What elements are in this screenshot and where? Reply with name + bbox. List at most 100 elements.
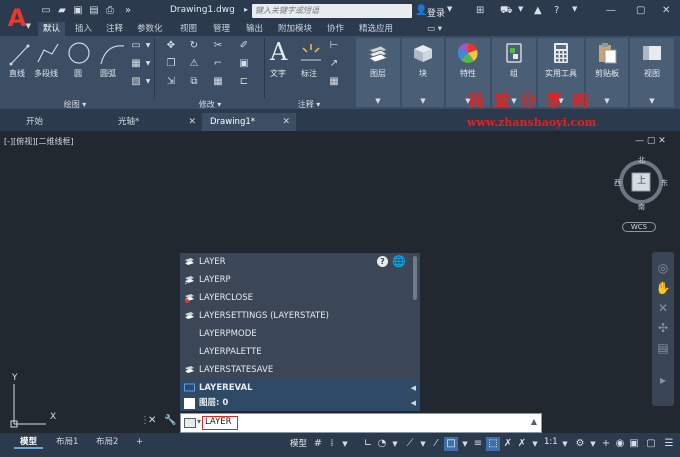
ribbon-options-icon[interactable]: ▭ ▾ bbox=[422, 22, 447, 36]
viewport-controls-label[interactable]: [-][俯视][二维线框] bbox=[4, 136, 74, 147]
arc-tool-label[interactable]: 圆弧 bbox=[100, 68, 116, 79]
steering-wheel-icon[interactable]: ◎ bbox=[655, 260, 671, 276]
application-menu-button[interactable]: A ▼ bbox=[0, 0, 34, 36]
tab-output[interactable]: 输出 bbox=[241, 22, 268, 36]
scale-icon[interactable]: ⧉ bbox=[188, 76, 200, 88]
dimension-tool-label[interactable]: 标注 bbox=[301, 68, 317, 79]
chevron-down-icon[interactable]: ▼ bbox=[142, 40, 154, 52]
close-command-line-icon[interactable]: ✕ bbox=[148, 415, 156, 426]
expand-arrow-icon[interactable]: ◀ bbox=[411, 379, 416, 397]
chevron-down-icon[interactable]: ▼ bbox=[560, 437, 570, 451]
erase-icon[interactable]: ✐ bbox=[238, 40, 250, 52]
annotation-visibility-icon[interactable]: ✗ bbox=[502, 437, 514, 451]
hatch-icon[interactable]: ▦ bbox=[130, 58, 142, 70]
chevron-down-icon[interactable]: ▼ bbox=[460, 437, 470, 451]
viewcube-south[interactable]: 南 bbox=[638, 202, 645, 212]
new-file-icon[interactable]: ▭ bbox=[40, 5, 52, 16]
text-tool-label[interactable]: 文字 bbox=[270, 68, 286, 79]
move-icon[interactable]: ✥ bbox=[165, 40, 177, 52]
help-icon[interactable]: ? bbox=[377, 256, 388, 267]
tab-addins[interactable]: 附加模块 bbox=[273, 22, 317, 36]
object-snap-icon[interactable]: □ bbox=[444, 437, 458, 451]
viewcube-east[interactable]: 东 bbox=[661, 178, 668, 188]
orbit-icon[interactable]: ✣ bbox=[655, 320, 671, 336]
autocomplete-scrollbar[interactable] bbox=[413, 256, 417, 300]
offset-icon[interactable]: ⊏ bbox=[238, 76, 250, 88]
ac-layer-current[interactable]: 图层: 0 ◀ bbox=[180, 396, 420, 411]
customization-menu-icon[interactable]: ☰ bbox=[662, 437, 676, 451]
search-internet-icon[interactable]: 🌐 bbox=[392, 255, 406, 268]
zoom-extents-icon[interactable]: ✕ bbox=[655, 300, 671, 316]
fillet-icon[interactable]: ⌐ bbox=[212, 58, 224, 70]
chevron-down-icon[interactable]: ▼ bbox=[572, 5, 577, 13]
rectangle-icon[interactable]: ▭ bbox=[130, 40, 142, 52]
close-icon[interactable]: ✕ bbox=[662, 5, 670, 16]
table-icon[interactable]: ▦ bbox=[328, 76, 340, 88]
grid-icon[interactable]: # bbox=[312, 437, 324, 451]
chevron-down-icon[interactable]: ▼ bbox=[142, 58, 154, 70]
chevron-down-icon[interactable]: ▼ bbox=[588, 437, 598, 451]
drawing-tab-optical-axis[interactable]: 光轴* ✕ bbox=[110, 113, 202, 131]
layout-tab-layout1[interactable]: 布局1 bbox=[50, 435, 84, 449]
expand-arrow-icon[interactable]: ◀ bbox=[411, 396, 416, 411]
mirror-icon[interactable]: ⚠ bbox=[188, 58, 200, 70]
ac-item-layerpmode[interactable]: LAYERPMODE bbox=[180, 325, 410, 343]
command-input[interactable]: LAYER bbox=[202, 416, 238, 430]
modify-panel-label[interactable]: 修改 ▾ bbox=[156, 99, 264, 109]
showmotion-icon[interactable]: ▤ bbox=[655, 340, 671, 356]
recent-commands-icon[interactable]: ▲ bbox=[531, 417, 537, 426]
cart-icon[interactable]: ⛟ bbox=[500, 5, 513, 18]
layers-panel-button[interactable]: 图层 ▼ bbox=[356, 38, 400, 107]
chevron-down-icon[interactable]: ▼ bbox=[390, 437, 400, 451]
more-quick-access-icon[interactable]: » bbox=[122, 5, 134, 16]
isolate-objects-icon[interactable]: ◉ bbox=[614, 437, 626, 451]
hardware-acceleration-icon[interactable]: ▣ bbox=[628, 437, 640, 451]
ac-item-layerpalette[interactable]: LAYERPALETTE bbox=[180, 343, 410, 361]
close-tab-icon[interactable]: ✕ bbox=[282, 113, 290, 131]
customize-wrench-icon[interactable]: 🔧 bbox=[164, 415, 176, 426]
workspace-gear-icon[interactable]: ⚙ bbox=[574, 437, 586, 451]
ac-item-layerstatesave[interactable]: LAYERSTATESAVE bbox=[180, 361, 410, 379]
search-input[interactable]: 键入关键字或短语 bbox=[252, 4, 412, 18]
array-icon[interactable]: ▦ bbox=[212, 76, 224, 88]
tab-annotate[interactable]: 注释 bbox=[101, 22, 128, 36]
selection-cycling-icon[interactable]: ⬚ bbox=[486, 437, 500, 451]
help-icon[interactable]: ? bbox=[554, 5, 559, 16]
layout-tab-layout2[interactable]: 布局2 bbox=[90, 435, 124, 449]
linear-dimension-icon[interactable]: ⊢ bbox=[328, 40, 340, 52]
chevron-down-icon[interactable]: ▼ bbox=[447, 5, 452, 13]
wcs-menu-button[interactable]: WCS bbox=[622, 222, 656, 232]
pan-hand-icon[interactable]: ✋ bbox=[655, 280, 671, 296]
gradient-icon[interactable]: ▧ bbox=[130, 76, 142, 88]
save-as-icon[interactable]: ▤ bbox=[88, 5, 100, 16]
navbar-options-icon[interactable]: ▸ bbox=[655, 372, 671, 388]
command-prompt-icon[interactable] bbox=[184, 418, 196, 428]
open-folder-icon[interactable]: ▰ bbox=[56, 5, 68, 16]
viewport-window-controls[interactable]: — ▢ ✕ bbox=[635, 136, 666, 146]
new-tab-button[interactable]: + bbox=[302, 5, 311, 18]
draw-panel-label[interactable]: 绘图 ▾ bbox=[0, 99, 150, 109]
chevron-down-icon[interactable]: ▼ bbox=[518, 5, 523, 13]
lineweight-icon[interactable]: ≡ bbox=[472, 437, 484, 451]
minimize-icon[interactable]: — bbox=[606, 5, 616, 16]
stretch-icon[interactable]: ⇲ bbox=[165, 76, 177, 88]
tab-default[interactable]: 默认 bbox=[38, 22, 66, 36]
layout-tab-model[interactable]: 模型 bbox=[14, 435, 44, 449]
viewcube-west[interactable]: 西 bbox=[614, 178, 621, 188]
ac-item-layersettings[interactable]: LAYERSETTINGS (LAYERSTATE) bbox=[180, 307, 410, 325]
start-tab[interactable]: 开始 bbox=[18, 113, 110, 131]
block-panel-button[interactable]: 块 ▼ bbox=[402, 38, 444, 107]
rotate-icon[interactable]: ↻ bbox=[188, 40, 200, 52]
line-tool-label[interactable]: 直线 bbox=[9, 68, 25, 79]
model-space-button[interactable]: 模型 bbox=[290, 437, 307, 449]
tab-parametric[interactable]: 参数化 bbox=[132, 22, 168, 36]
tab-manage[interactable]: 管理 bbox=[208, 22, 235, 36]
isodraft-icon[interactable]: ⟋ bbox=[404, 437, 416, 451]
auto-scale-icon[interactable]: ✗ bbox=[516, 437, 528, 451]
snap-icon[interactable]: ⁞ bbox=[326, 437, 338, 451]
chevron-down-icon[interactable]: ▼ bbox=[340, 437, 350, 451]
annotation-scale[interactable]: 1:1 bbox=[544, 437, 558, 447]
view-panel-button[interactable]: 视图 ▼ bbox=[630, 38, 674, 107]
chevron-down-icon[interactable]: ▼ bbox=[530, 437, 540, 451]
circle-tool-label[interactable]: 圆 bbox=[74, 68, 82, 79]
